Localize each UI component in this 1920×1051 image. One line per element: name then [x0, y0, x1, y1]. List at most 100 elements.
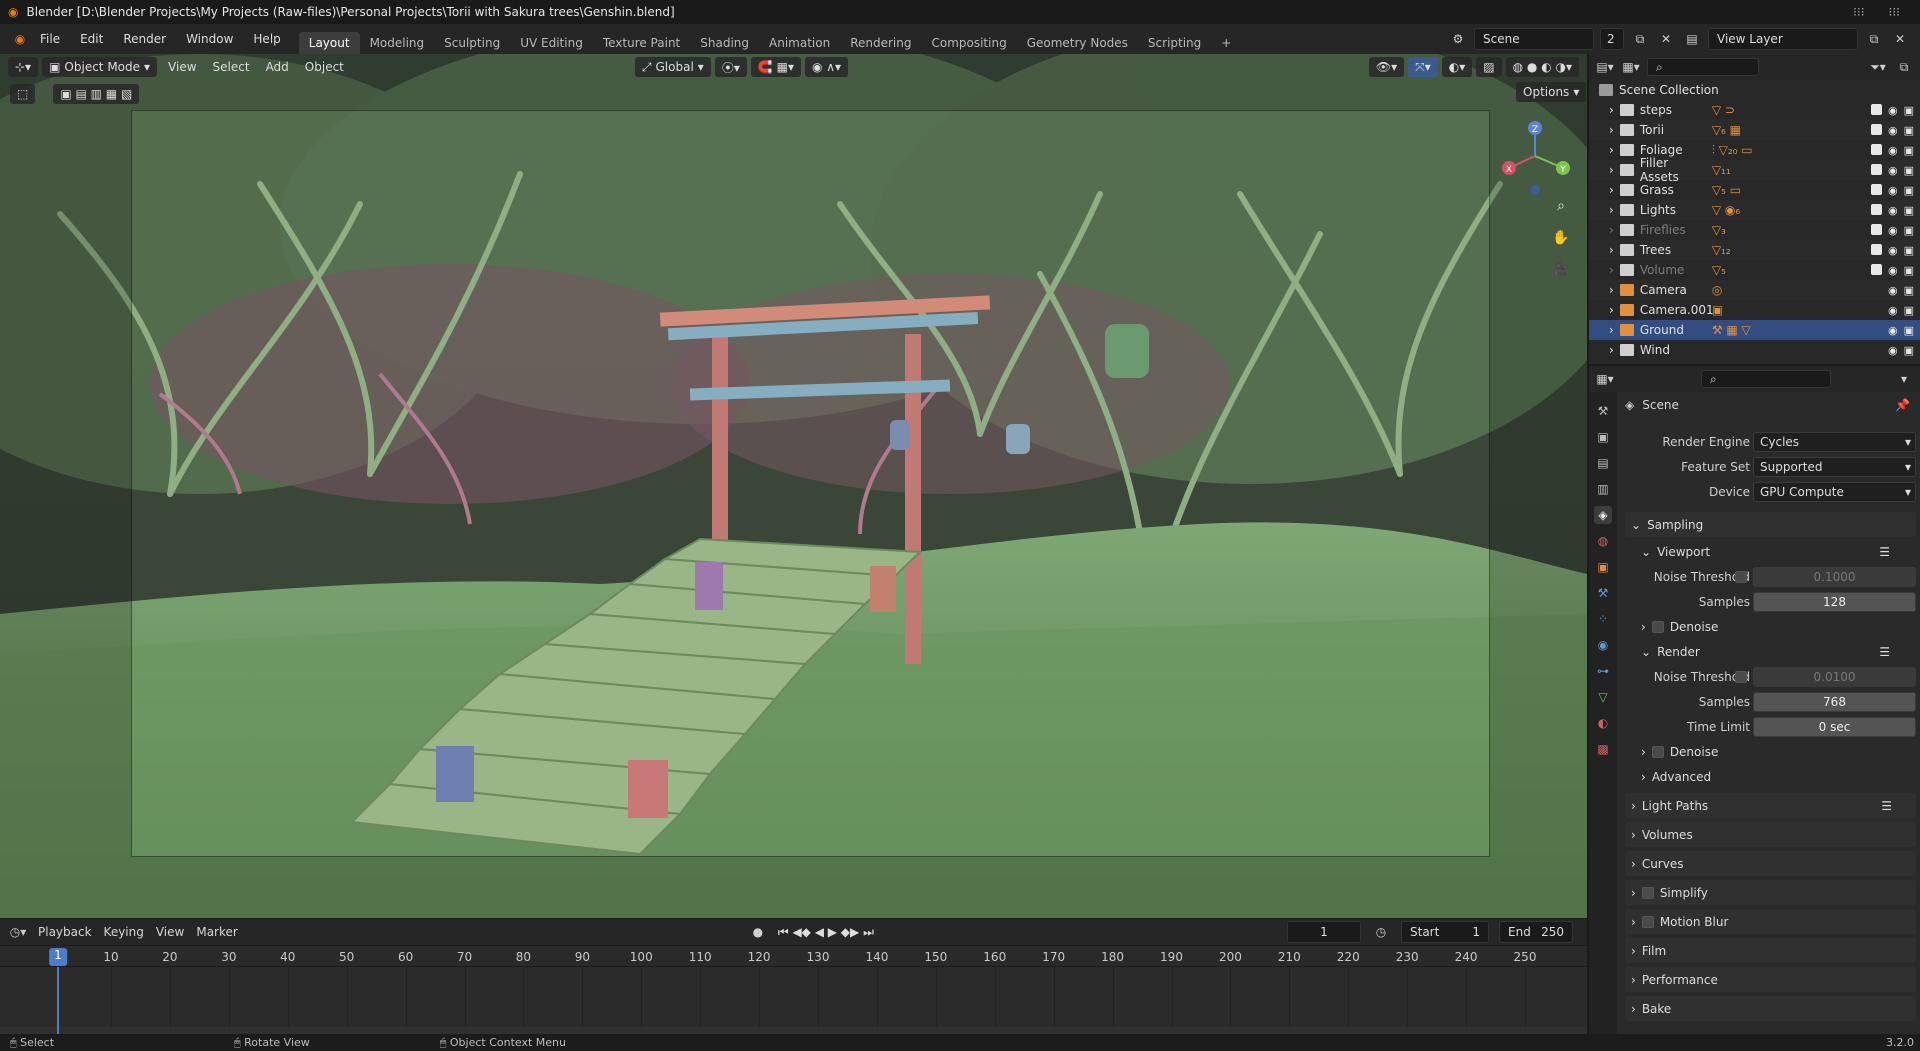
motion-blur-checkbox[interactable] — [1641, 915, 1654, 928]
noise-threshold-checkbox[interactable] — [1735, 670, 1747, 683]
sampling-panel[interactable]: ⌄ Sampling — [1625, 512, 1916, 537]
expand-arrow-icon[interactable]: › — [1609, 263, 1614, 277]
panel-light-paths[interactable]: › Light Paths ☰ — [1625, 793, 1916, 818]
view-layer-tab-icon[interactable]: ▥ — [1594, 480, 1612, 498]
outliner-editor-icon[interactable]: ▤▾ — [1595, 57, 1615, 77]
exclude-checkbox[interactable] — [1870, 103, 1882, 115]
expand-arrow-icon[interactable]: › — [1609, 243, 1614, 257]
tab-animation[interactable]: Animation — [759, 32, 840, 54]
viewport-subpanel[interactable]: ⌄ Viewport ☰ — [1621, 539, 1920, 564]
properties-search-input[interactable]: ⌕ — [1701, 370, 1831, 388]
panel-motion-blur[interactable]: › Motion Blur — [1625, 909, 1916, 934]
viewport-menu-object[interactable]: Object — [298, 57, 351, 77]
render-camera-icon[interactable]: ▣ — [1904, 344, 1914, 357]
tab-rendering[interactable]: Rendering — [840, 32, 921, 54]
outliner-row-torii[interactable]: › Torii ▽₆ ▦ ◉ ▣ — [1589, 120, 1920, 140]
editor-type-icon[interactable]: ⊹▾ — [8, 57, 39, 77]
pan-hand-icon[interactable]: ✋ — [1549, 226, 1573, 250]
workspace-menu-icon[interactable]: ⁝⁝⁝ — [1853, 5, 1864, 19]
render-camera-icon[interactable]: ▣ — [1904, 224, 1914, 237]
viewport-menu-view[interactable]: View — [161, 57, 203, 77]
render-camera-icon[interactable]: ▣ — [1904, 264, 1914, 277]
scene-icon[interactable]: ⚙ — [1448, 29, 1468, 49]
scene-users-count[interactable]: 2 — [1600, 28, 1624, 50]
render-camera-icon[interactable]: ▣ — [1904, 104, 1914, 117]
render-camera-icon[interactable]: ▣ — [1904, 204, 1914, 217]
expand-arrow-icon[interactable]: › — [1609, 123, 1614, 137]
menu-window[interactable]: Window — [176, 32, 243, 46]
scene-tab-icon[interactable]: ◈ — [1594, 506, 1612, 524]
object-mode-dropdown[interactable]: ▣ Object Mode ▾ — [42, 57, 158, 77]
eye-icon[interactable]: ◉ — [1888, 124, 1898, 137]
select-mode-icons[interactable]: ▣ ▤ ▥ ▦ ▧ — [53, 84, 140, 104]
proportional-edit-icon[interactable]: ◉ ∧▾ — [804, 57, 849, 77]
overlay-icon[interactable]: ◐▾ — [1441, 57, 1473, 77]
simplify-checkbox[interactable] — [1641, 886, 1654, 899]
advanced-subpanel[interactable]: › Advanced — [1621, 764, 1920, 789]
outliner-row-trees[interactable]: › Trees ▽₁₂ ◉ ▣ — [1589, 240, 1920, 260]
expand-arrow-icon[interactable]: › — [1609, 203, 1614, 217]
outliner-row-fireflies[interactable]: › Fireflies ▽₃ ◉ ▣ — [1589, 220, 1920, 240]
properties-editor-icon[interactable]: ▦▾ — [1595, 369, 1615, 389]
render-engine-dropdown[interactable]: Cycles ▾ — [1753, 431, 1916, 452]
eye-icon[interactable]: ◉ — [1888, 164, 1898, 177]
exclude-checkbox[interactable] — [1870, 263, 1882, 275]
tab-layout[interactable]: Layout — [298, 32, 360, 54]
exclude-checkbox[interactable] — [1870, 203, 1882, 215]
playhead-frame-label[interactable]: 1 — [49, 948, 67, 966]
expand-arrow-icon[interactable]: › — [1609, 283, 1614, 297]
vp-denoise-subpanel[interactable]: › Denoise — [1621, 614, 1920, 639]
shading-modes-icon[interactable]: ◍ ● ◐ ◑▾ — [1505, 57, 1579, 77]
new-view-layer-icon[interactable]: ⧉ — [1864, 29, 1884, 49]
close-scene-icon[interactable]: ✕ — [1656, 29, 1676, 49]
denoise-checkbox[interactable] — [1651, 745, 1664, 758]
timeline-menu-keying[interactable]: Keying — [104, 925, 144, 939]
end-frame-field[interactable]: End 250 — [1499, 921, 1573, 943]
exclude-checkbox[interactable] — [1870, 163, 1882, 175]
noise-threshold-checkbox[interactable] — [1735, 570, 1747, 583]
outliner-search-input[interactable]: ⌕ — [1647, 58, 1759, 76]
close-view-layer-icon[interactable]: ✕ — [1890, 29, 1910, 49]
r-samples-field[interactable]: 768 — [1753, 691, 1916, 712]
eye-icon[interactable]: ◉ — [1888, 144, 1898, 157]
render-tab-icon[interactable]: ▣ — [1594, 428, 1612, 446]
display-mode-icon[interactable]: ▦▾ — [1621, 57, 1641, 77]
3d-viewport[interactable]: ⊹▾ ▣ Object Mode ▾ View Select Add Object ⤢… — [0, 54, 1587, 918]
expand-arrow-icon[interactable]: › — [1609, 323, 1614, 337]
eye-icon[interactable]: ◉ — [1888, 284, 1898, 297]
select-tool-icon[interactable]: ⬚ — [10, 84, 36, 104]
panel-simplify[interactable]: › Simplify — [1625, 880, 1916, 905]
gizmo-toggle-icon[interactable]: ⤧▾ — [1408, 57, 1438, 77]
outliner-row-wind[interactable]: › Wind ◉ ▣ — [1589, 340, 1920, 360]
outliner-row-steps[interactable]: › steps ▽ ⊃ ◉ ▣ — [1589, 100, 1920, 120]
view-layer-selector[interactable]: View Layer — [1708, 28, 1858, 50]
expand-arrow-icon[interactable]: › — [1609, 103, 1614, 117]
render-camera-icon[interactable]: ▣ — [1904, 284, 1914, 297]
output-tab-icon[interactable]: ▤ — [1594, 454, 1612, 472]
r-noise-threshold-field[interactable]: 0.0100 — [1753, 666, 1916, 687]
world-tab-icon[interactable]: ◍ — [1594, 532, 1612, 550]
apps-grid-icon[interactable]: ⁝⁝⁝ — [1889, 5, 1900, 19]
zoom-icon[interactable]: ⌕ — [1549, 194, 1573, 218]
camera-view-icon[interactable]: 🎥 — [1549, 258, 1573, 282]
expand-arrow-icon[interactable]: › — [1609, 343, 1614, 357]
constraints-tab-icon[interactable]: ⊶ — [1594, 662, 1612, 680]
tab-uv-editing[interactable]: UV Editing — [510, 32, 593, 54]
outliner-row-ground[interactable]: › Ground ⚒ ▦ ▽ ◉ ▣ — [1589, 320, 1920, 340]
viewport-menu-add[interactable]: Add — [259, 57, 296, 77]
vp-samples-field[interactable]: 128 — [1753, 591, 1916, 612]
new-scene-icon[interactable]: ⧉ — [1630, 29, 1650, 49]
record-icon[interactable]: ● — [748, 922, 768, 942]
outliner-row-camera[interactable]: › Camera ◎ ◉ ▣ — [1589, 280, 1920, 300]
render-camera-icon[interactable]: ▣ — [1904, 244, 1914, 257]
tool-tab-icon[interactable]: ⚒ — [1594, 402, 1612, 420]
timeline-track-area[interactable] — [0, 967, 1587, 1027]
render-camera-icon[interactable]: ▣ — [1904, 324, 1914, 337]
timeline-menu-playback[interactable]: Playback — [38, 925, 92, 939]
render-camera-icon[interactable]: ▣ — [1904, 144, 1914, 157]
tab-geometry-nodes[interactable]: Geometry Nodes — [1017, 32, 1138, 54]
feature-set-dropdown[interactable]: Supported ▾ — [1753, 456, 1916, 477]
panel-bake[interactable]: › Bake — [1625, 996, 1916, 1021]
timeline-editor-icon[interactable]: ◷▾ — [8, 922, 28, 942]
tab-modeling[interactable]: Modeling — [360, 32, 435, 54]
